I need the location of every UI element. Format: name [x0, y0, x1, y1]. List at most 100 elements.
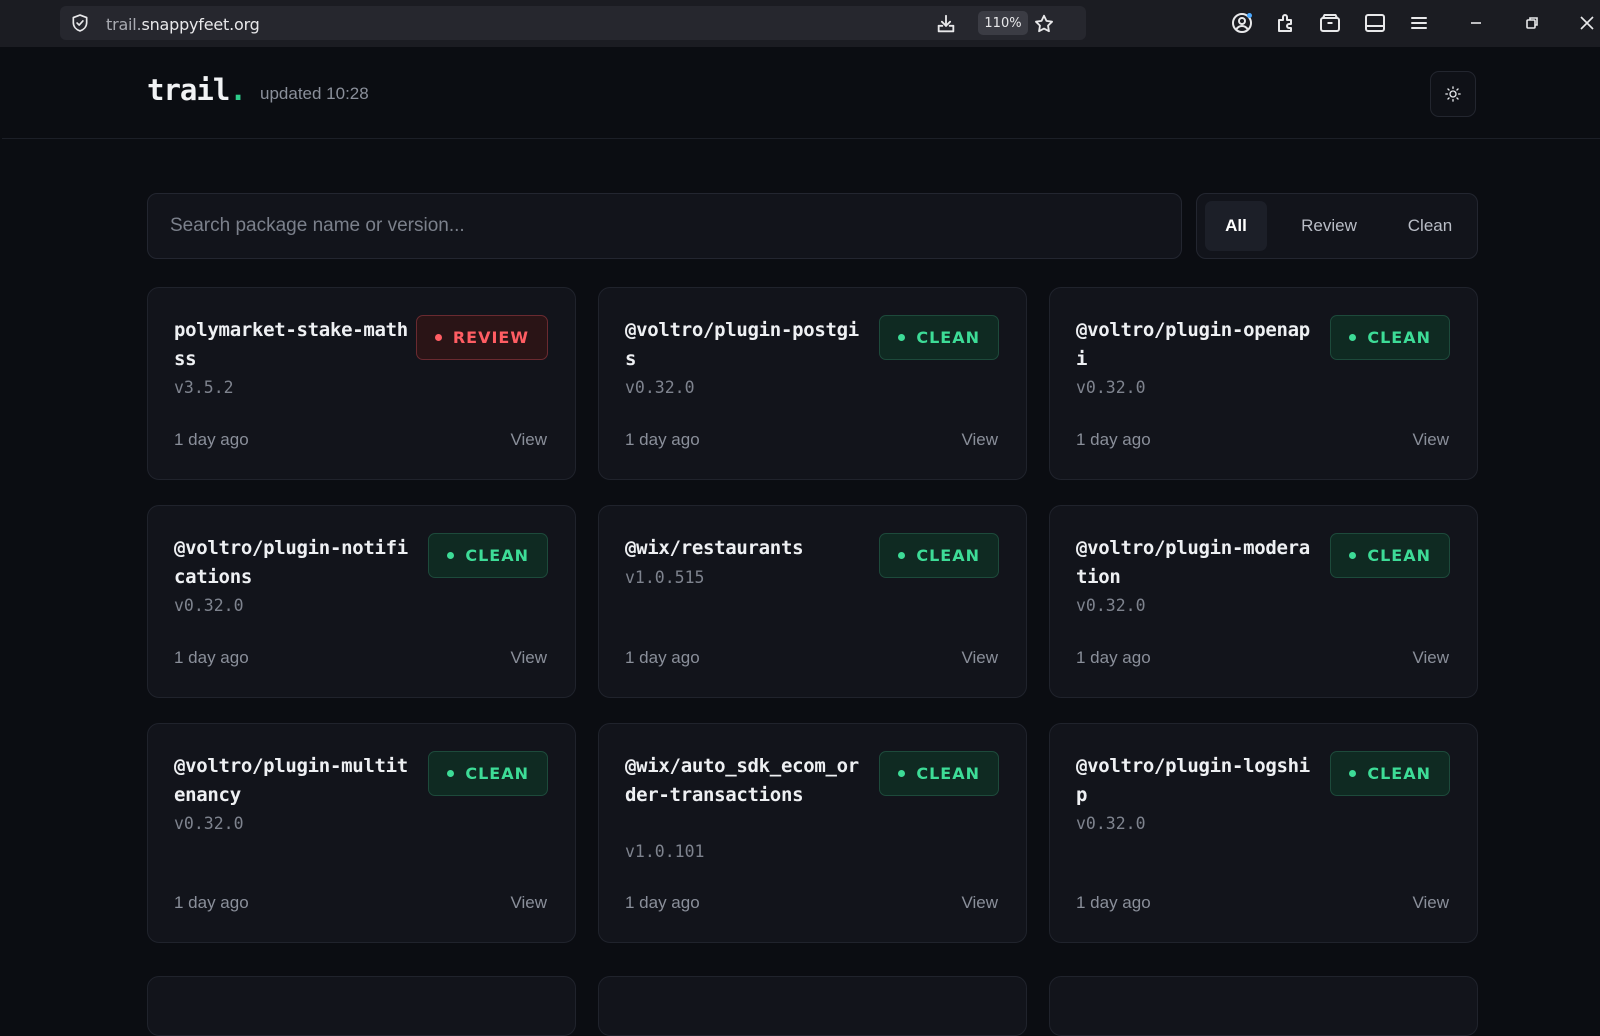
status-dot	[898, 770, 906, 777]
package-card[interactable]	[1049, 976, 1478, 1036]
restore-icon[interactable]	[1520, 11, 1544, 35]
package-card[interactable]: @voltro/plugin-openapi v0.32.0 CLEAN 1 d…	[1049, 287, 1478, 480]
published-time: 1 day ago	[1076, 430, 1151, 449]
view-link[interactable]: View	[510, 893, 547, 913]
status-label: CLEAN	[1367, 546, 1431, 565]
view-link[interactable]: View	[510, 648, 547, 668]
package-card[interactable]: @wix/auto_sdk_ecom_order-transactions v1…	[598, 723, 1027, 943]
close-icon[interactable]	[1575, 11, 1599, 35]
published-time: 1 day ago	[625, 648, 700, 667]
status-dot	[434, 334, 442, 341]
package-name: @wix/auto_sdk_ecom_order-transactions	[625, 755, 859, 806]
package-name: @wix/restaurants	[625, 537, 804, 559]
url-subdomain: trail.	[106, 15, 142, 34]
status-badge: CLEAN	[879, 533, 999, 578]
zoom-level-button[interactable]: 110%	[978, 11, 1028, 35]
package-card[interactable]: @wix/restaurants v1.0.515 CLEAN 1 day ag…	[598, 505, 1027, 698]
view-link[interactable]: View	[961, 430, 998, 450]
filter-review-button[interactable]: Review	[1277, 201, 1381, 251]
package-name: @voltro/plugin-moderation	[1076, 537, 1310, 588]
minimize-icon[interactable]	[1464, 11, 1488, 35]
package-card[interactable]	[598, 976, 1027, 1036]
theme-toggle-button[interactable]	[1430, 71, 1476, 117]
view-link[interactable]: View	[961, 648, 998, 668]
package-name: polymarket-stake-mathss	[174, 319, 408, 370]
status-badge: CLEAN	[1330, 315, 1450, 360]
package-version: v0.32.0	[174, 596, 244, 615]
view-link[interactable]: View	[1412, 648, 1449, 668]
status-label: CLEAN	[916, 546, 980, 565]
package-version: v0.32.0	[174, 814, 244, 833]
status-label: REVIEW	[452, 328, 529, 347]
package-card[interactable]: @voltro/plugin-notifications v0.32.0 CLE…	[147, 505, 576, 698]
filter-all-button[interactable]: All	[1205, 201, 1267, 251]
published-time: 1 day ago	[625, 893, 700, 912]
view-link[interactable]: View	[510, 430, 547, 450]
package-version: v0.32.0	[1076, 814, 1146, 833]
logo-dot: .	[229, 73, 246, 107]
status-dot	[447, 552, 455, 559]
package-version: v0.32.0	[625, 378, 695, 397]
status-dot	[898, 552, 906, 559]
filter-clean-button[interactable]: Clean	[1387, 201, 1473, 251]
package-card[interactable]	[147, 976, 576, 1036]
package-card[interactable]: @voltro/plugin-postgis v0.32.0 CLEAN 1 d…	[598, 287, 1027, 480]
sun-icon	[1445, 86, 1461, 102]
package-card[interactable]: @voltro/plugin-logship v0.32.0 CLEAN 1 d…	[1049, 723, 1478, 943]
status-dot	[1349, 334, 1357, 341]
address-bar[interactable]: trail.snappyfeet.org 110%	[60, 6, 1086, 40]
status-label: CLEAN	[465, 764, 529, 783]
view-link[interactable]: View	[1412, 430, 1449, 450]
package-card[interactable]: polymarket-stake-mathss v3.5.2 REVIEW 1 …	[147, 287, 576, 480]
sidebar-icon[interactable]	[1363, 11, 1387, 35]
status-badge: CLEAN	[1330, 751, 1450, 796]
app-logo[interactable]: trail.	[147, 73, 247, 107]
package-name: @voltro/plugin-notifications	[174, 537, 408, 588]
published-time: 1 day ago	[174, 893, 249, 912]
search-input[interactable]	[147, 193, 1182, 259]
status-label: CLEAN	[1367, 764, 1431, 783]
status-dot	[1349, 552, 1357, 559]
menu-icon[interactable]	[1407, 11, 1431, 35]
status-dot	[898, 334, 906, 341]
status-label: CLEAN	[916, 328, 980, 347]
status-badge: CLEAN	[428, 751, 548, 796]
package-version: v1.0.515	[625, 568, 705, 587]
published-time: 1 day ago	[1076, 648, 1151, 667]
status-label: CLEAN	[465, 546, 529, 565]
package-name: @voltro/plugin-postgis	[625, 319, 859, 370]
download-icon[interactable]	[935, 13, 957, 35]
package-version: v0.32.0	[1076, 596, 1146, 615]
status-badge: CLEAN	[428, 533, 548, 578]
status-label: CLEAN	[1367, 328, 1431, 347]
package-version: v0.32.0	[1076, 378, 1146, 397]
package-card[interactable]: @voltro/plugin-moderation v0.32.0 CLEAN …	[1049, 505, 1478, 698]
url-text: trail.snappyfeet.org	[106, 15, 260, 34]
package-card[interactable]: @voltro/plugin-multitenancy v0.32.0 CLEA…	[147, 723, 576, 943]
browser-toolbar: trail.snappyfeet.org 110%	[0, 0, 1600, 47]
status-filter: All Review Clean	[1196, 193, 1478, 259]
status-label: CLEAN	[916, 764, 980, 783]
package-name: @voltro/plugin-openapi	[1076, 319, 1310, 370]
package-name: @voltro/plugin-logship	[1076, 755, 1310, 806]
view-link[interactable]: View	[1412, 893, 1449, 913]
status-dot	[1349, 770, 1357, 777]
status-badge: CLEAN	[879, 751, 999, 796]
status-badge: CLEAN	[1330, 533, 1450, 578]
view-link[interactable]: View	[961, 893, 998, 913]
shield-icon[interactable]	[70, 13, 90, 33]
account-icon[interactable]	[1230, 11, 1254, 35]
published-time: 1 day ago	[174, 430, 249, 449]
updated-timestamp: updated 10:28	[260, 84, 369, 103]
app-page: trail. updated 10:28 All Review Clean po…	[2, 47, 1600, 1036]
url-domain: snappyfeet.org	[141, 15, 260, 34]
published-time: 1 day ago	[174, 648, 249, 667]
status-badge: CLEAN	[879, 315, 999, 360]
package-version: v1.0.101	[625, 842, 705, 861]
extensions-icon[interactable]	[1274, 11, 1298, 35]
container-tabs-icon[interactable]	[1318, 11, 1342, 35]
bookmark-star-icon[interactable]	[1033, 13, 1055, 35]
status-dot	[447, 770, 455, 777]
package-name: @voltro/plugin-multitenancy	[174, 755, 408, 806]
app-header: trail. updated 10:28	[2, 47, 1600, 139]
